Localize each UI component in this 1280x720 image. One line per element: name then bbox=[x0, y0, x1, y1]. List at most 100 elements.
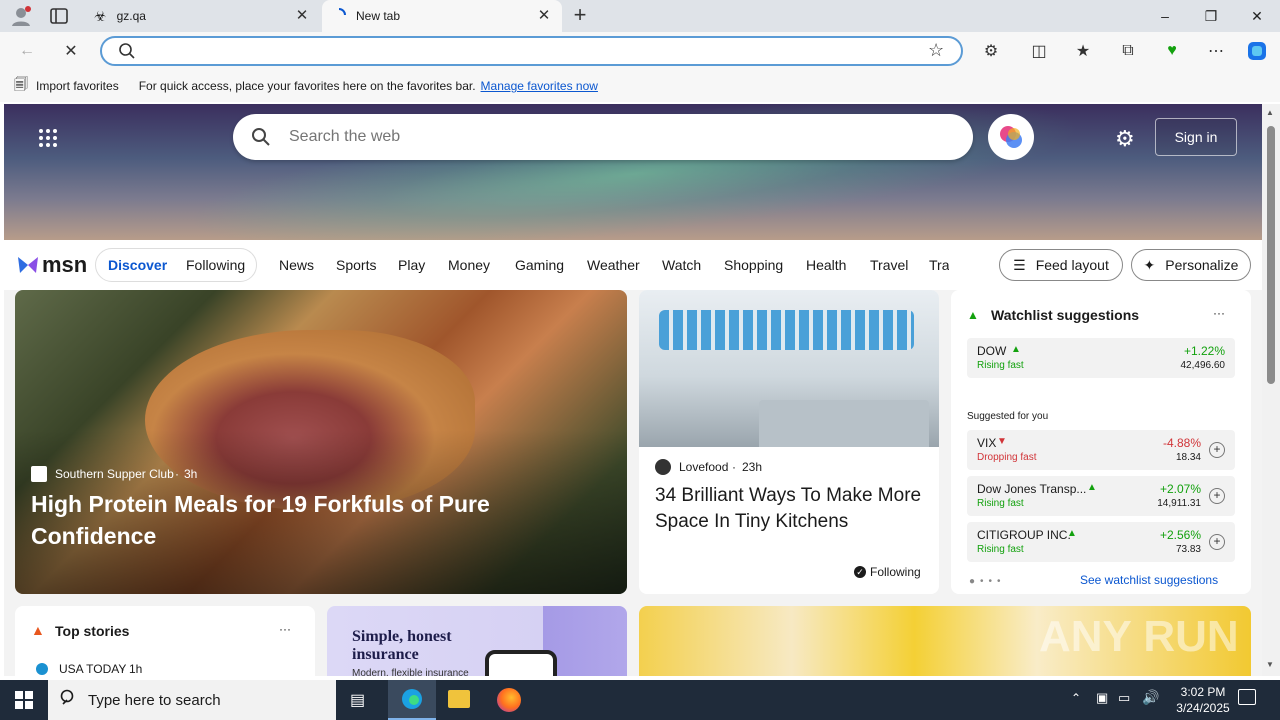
nav-travel[interactable]: Travel bbox=[870, 257, 908, 273]
close-tab-icon[interactable]: ✕ bbox=[294, 8, 310, 24]
stock-row-djt[interactable]: Dow Jones Transp... ▲ Rising fast +2.07%… bbox=[967, 476, 1235, 516]
edge-taskbar-icon[interactable] bbox=[388, 680, 436, 720]
stock-change: +2.56% bbox=[1159, 528, 1201, 542]
settings-gear-icon[interactable]: ⚙ bbox=[1115, 126, 1135, 152]
nav-sports[interactable]: Sports bbox=[336, 257, 376, 273]
apps-grid-icon[interactable] bbox=[38, 128, 58, 151]
search-icon bbox=[118, 42, 136, 63]
stock-row-vix[interactable]: VIX ▼ Dropping fast -4.88% 18.34 + bbox=[967, 430, 1235, 470]
import-favorites-button[interactable]: Import favorites bbox=[36, 79, 119, 93]
clock-date: 3/24/2025 bbox=[1176, 701, 1230, 715]
notifications-icon[interactable] bbox=[1238, 689, 1256, 705]
tab-actions-icon[interactable] bbox=[50, 8, 68, 24]
taskbar-search[interactable]: Type here to search bbox=[48, 680, 336, 720]
insurance-ad-card[interactable]: Simple, honest insurance Modern, flexibl… bbox=[327, 606, 627, 676]
firefox-icon[interactable] bbox=[497, 688, 521, 712]
stop-loading-button[interactable]: ✕ bbox=[58, 39, 84, 63]
carousel-dots[interactable]: ●••• bbox=[969, 576, 1006, 587]
address-bar[interactable]: ☆ bbox=[100, 36, 963, 66]
story-age: 3h bbox=[184, 467, 198, 481]
ad-phone-image bbox=[485, 650, 557, 676]
stock-status: Rising fast bbox=[977, 544, 1024, 555]
nav-gaming[interactable]: Gaming bbox=[515, 257, 564, 273]
manage-favorites-link[interactable]: Manage favorites now bbox=[481, 79, 598, 93]
file-explorer-icon[interactable] bbox=[448, 690, 470, 708]
windows-taskbar: Type here to search ▤ ⌃ ▣ ▭ 🔊 3:02 PM 3/… bbox=[0, 680, 1280, 720]
page-scrollbar[interactable]: ▲ ▼ bbox=[1262, 104, 1280, 676]
nav-news[interactable]: News bbox=[279, 257, 314, 273]
import-favorites-icon[interactable]: 🗐 bbox=[14, 74, 28, 98]
more-options-icon[interactable]: ··· bbox=[1213, 306, 1225, 320]
kitchen-story-card[interactable]: Lovefood · 23h 34 Brilliant Ways To Make… bbox=[639, 290, 939, 594]
story-headline[interactable]: High Protein Meals for 19 Forkfuls of Pu… bbox=[31, 488, 531, 552]
extensions-icon[interactable]: ⚙ bbox=[978, 39, 1004, 63]
add-favorite-star-icon[interactable]: ☆ bbox=[928, 40, 944, 61]
tab-following[interactable]: Following bbox=[186, 257, 245, 273]
tab-favicon-icon: ☣ bbox=[94, 7, 107, 24]
stock-row-citigroup[interactable]: CITIGROUP INC. ▲ Rising fast +2.56% 73.8… bbox=[967, 522, 1235, 562]
stock-change: +1.22% bbox=[1183, 344, 1225, 358]
clock[interactable]: 3:02 PM 3/24/2025 bbox=[1168, 684, 1238, 716]
stock-row-dow[interactable]: DOW ▲ Rising fast +1.22% 42,496.60 bbox=[967, 338, 1235, 378]
task-view-icon[interactable]: ▤ bbox=[350, 690, 365, 710]
scroll-down-icon[interactable]: ▼ bbox=[1266, 660, 1274, 669]
personalize-button[interactable]: ✦ Personalize bbox=[1131, 249, 1251, 281]
eggs-story-card[interactable]: ANY RUN bbox=[639, 606, 1251, 676]
copilot-icon[interactable] bbox=[1244, 39, 1270, 63]
add-to-watchlist-icon[interactable]: + bbox=[1209, 442, 1225, 458]
scroll-up-icon[interactable]: ▲ bbox=[1266, 108, 1274, 117]
device-icon[interactable]: ▣ bbox=[1096, 690, 1108, 706]
profile-icon[interactable] bbox=[10, 5, 32, 27]
sink bbox=[759, 400, 929, 447]
favorites-icon[interactable]: ★ bbox=[1070, 39, 1096, 63]
loading-spinner-icon bbox=[332, 7, 346, 25]
web-search-box[interactable] bbox=[233, 114, 973, 160]
tab-title: New tab bbox=[356, 9, 401, 23]
tab-gzqa[interactable]: ☣ gz.qa ✕ bbox=[84, 0, 320, 32]
nav-shopping[interactable]: Shopping bbox=[724, 257, 783, 273]
minimize-button[interactable]: – bbox=[1142, 0, 1188, 32]
close-tab-icon[interactable]: ✕ bbox=[536, 8, 552, 24]
see-watchlist-link[interactable]: See watchlist suggestions bbox=[1080, 573, 1218, 587]
main-story-card[interactable]: Southern Supper Club · 3h High Protein M… bbox=[15, 290, 627, 594]
settings-more-icon[interactable]: ⋯ bbox=[1203, 39, 1229, 63]
network-icon[interactable]: ▭ bbox=[1118, 690, 1130, 706]
show-hidden-icons-icon[interactable]: ⌃ bbox=[1071, 691, 1081, 705]
stock-value: 14,911.31 bbox=[1157, 498, 1201, 509]
web-search-input[interactable] bbox=[289, 127, 929, 147]
close-window-button[interactable]: ✕ bbox=[1234, 0, 1280, 32]
hero-banner: ⚙ Sign in bbox=[4, 104, 1262, 240]
stock-change: -4.88% bbox=[1162, 436, 1201, 450]
collections-icon[interactable]: ⧉ bbox=[1115, 39, 1141, 63]
sign-in-button[interactable]: Sign in bbox=[1155, 118, 1237, 156]
feed-layout-button[interactable]: ☰ Feed layout bbox=[999, 249, 1123, 281]
more-options-icon[interactable]: ··· bbox=[279, 622, 291, 636]
tab-discover[interactable]: Discover bbox=[108, 257, 167, 273]
add-to-watchlist-icon[interactable]: + bbox=[1209, 488, 1225, 504]
story-headline[interactable]: 34 Brilliant Ways To Make More Space In … bbox=[655, 483, 925, 535]
browser-essentials-icon[interactable]: ♥ bbox=[1159, 39, 1185, 63]
add-to-watchlist-icon[interactable]: + bbox=[1209, 534, 1225, 550]
start-button[interactable] bbox=[0, 680, 48, 720]
back-button[interactable]: ← bbox=[14, 39, 40, 63]
nav-play[interactable]: Play bbox=[398, 257, 425, 273]
tab-new-tab[interactable]: New tab ✕ bbox=[322, 0, 562, 32]
nav-money[interactable]: Money bbox=[448, 257, 490, 273]
story-age: 23h bbox=[742, 460, 763, 474]
volume-icon[interactable]: 🔊 bbox=[1142, 689, 1159, 706]
copilot-button[interactable] bbox=[988, 114, 1034, 160]
nav-health[interactable]: Health bbox=[806, 257, 846, 273]
personalize-star-icon: ✦ bbox=[1143, 256, 1156, 273]
nav-watch[interactable]: Watch bbox=[662, 257, 701, 273]
split-screen-icon[interactable]: ◫ bbox=[1026, 39, 1052, 63]
new-tab-button[interactable]: + bbox=[568, 4, 592, 28]
address-input[interactable] bbox=[146, 42, 906, 60]
msn-logo[interactable]: msn bbox=[16, 252, 87, 278]
following-label[interactable]: Following bbox=[870, 565, 921, 579]
nav-weather[interactable]: Weather bbox=[587, 257, 640, 273]
scrollbar-thumb[interactable] bbox=[1267, 126, 1275, 384]
restore-button[interactable]: ❐ bbox=[1188, 0, 1234, 32]
watchlist-card: ▲ Watchlist suggestions ··· DOW ▲ Rising… bbox=[951, 290, 1251, 594]
nav-traffic[interactable]: Trai bbox=[929, 257, 949, 273]
top-stories-title: Top stories bbox=[55, 623, 130, 639]
